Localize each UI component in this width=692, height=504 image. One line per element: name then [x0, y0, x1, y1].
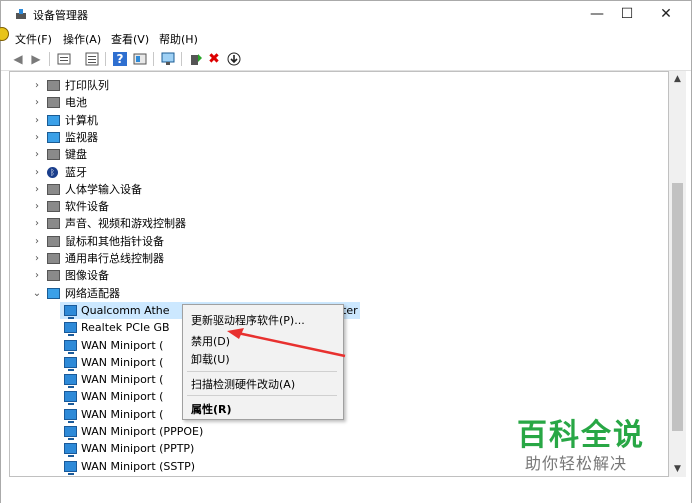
- watermark-subtitle: 助你轻松解决: [525, 454, 628, 473]
- device-manager-window: 设备管理器 — ☐ ✕ 文件(F) 操作(A) 查看(V) 帮助(H) ◀ ▶ …: [0, 0, 692, 503]
- watermark-title: 百科全说: [517, 418, 645, 453]
